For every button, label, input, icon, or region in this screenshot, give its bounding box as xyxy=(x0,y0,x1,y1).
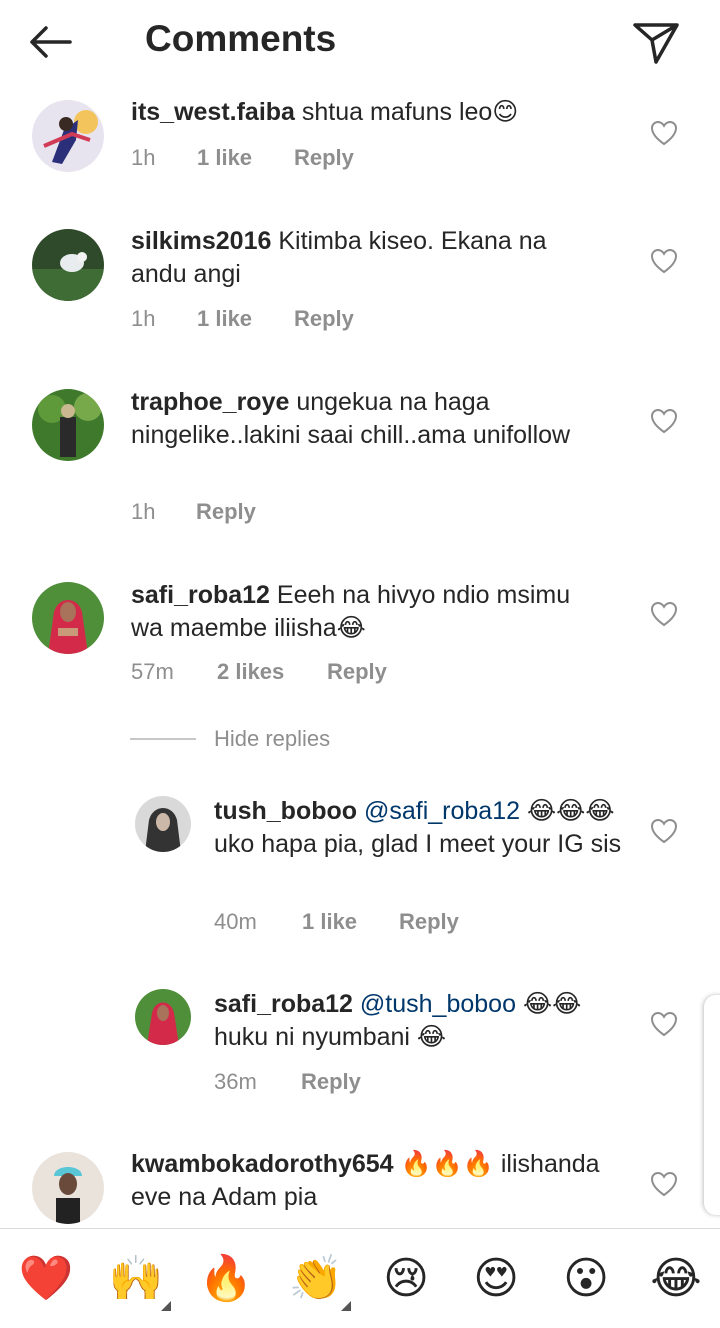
header-bar: Comments xyxy=(0,0,720,84)
avatar[interactable] xyxy=(32,1152,104,1224)
comment-time: 1h xyxy=(131,145,156,170)
comment-username[interactable]: safi_roba12 xyxy=(131,581,270,609)
comment-text: its_west.faiba shtua mafuns leo😊 xyxy=(131,96,601,129)
reply-text: tush_boboo @safi_roba12 😂😂😂 uko hapa pia… xyxy=(214,795,634,861)
avatar[interactable] xyxy=(135,989,191,1045)
comment-meta: 1h Reply xyxy=(131,499,256,525)
divider xyxy=(130,738,196,740)
comment-time: 1h xyxy=(131,306,156,331)
like-heart-icon[interactable] xyxy=(650,818,678,844)
paper-plane-icon xyxy=(633,23,679,64)
comment-username[interactable]: traphoe_roye xyxy=(131,388,289,416)
reply-button[interactable]: Reply xyxy=(294,306,354,332)
skin-tone-corner-icon xyxy=(161,1301,171,1311)
reply-mention[interactable]: @tush_boboo xyxy=(360,990,516,1018)
raising-hands-emoji-button[interactable]: 🙌 xyxy=(108,1251,164,1307)
like-heart-icon[interactable] xyxy=(650,248,678,274)
reply-button[interactable]: Reply xyxy=(196,499,256,525)
comment-time: 1h xyxy=(131,499,156,524)
clapping-hands-emoji-button[interactable]: 👏 xyxy=(288,1251,344,1307)
reply-time: 40m xyxy=(214,909,257,934)
comment-username[interactable]: its_west.faiba xyxy=(131,98,295,126)
comment-text: kwambokadorothy654 🔥🔥🔥 ilishanda eve na … xyxy=(131,1148,601,1214)
fire-emoji-button[interactable]: 🔥 xyxy=(198,1251,254,1307)
back-button[interactable] xyxy=(26,18,86,66)
page-title: Comments xyxy=(145,18,337,59)
reply-button[interactable]: Reply xyxy=(294,145,354,171)
avatar[interactable] xyxy=(135,796,191,852)
surprised-face-emoji-button[interactable]: 😮 xyxy=(558,1251,614,1307)
comment-text: safi_roba12 Eeeh na hivyo ndio msimu wa … xyxy=(131,579,601,645)
comment-likes[interactable]: 2 likes xyxy=(217,659,327,685)
crying-face-emoji-button[interactable]: 😢 xyxy=(378,1251,434,1307)
like-heart-icon[interactable] xyxy=(650,120,678,146)
tears-of-joy-emoji-button[interactable]: 😂 xyxy=(648,1251,704,1307)
comment-likes[interactable]: 1 like xyxy=(197,145,294,171)
reply-text: safi_roba12 @tush_boboo 😂😂 huku ni nyumb… xyxy=(214,988,634,1054)
avatar[interactable] xyxy=(32,100,104,172)
like-heart-icon[interactable] xyxy=(650,408,678,434)
comment-meta: 1h 1 like Reply xyxy=(131,306,354,332)
comment-meta: 1h 1 like Reply xyxy=(131,145,354,171)
scroll-handle[interactable] xyxy=(704,995,720,1215)
arrow-left-icon xyxy=(30,26,72,58)
reply-button[interactable]: Reply xyxy=(399,909,459,935)
hide-replies-toggle[interactable]: Hide replies xyxy=(130,724,430,754)
emoji-reaction-bar: ❤️ 🙌 🔥 👏 😢 😍 😮 😂 xyxy=(0,1228,720,1328)
comment-likes[interactable]: 1 like xyxy=(197,306,294,332)
avatar[interactable] xyxy=(32,229,104,301)
comment-username[interactable]: silkims2016 xyxy=(131,227,271,255)
red-heart-emoji-button[interactable]: ❤️ xyxy=(18,1251,74,1307)
comment-username[interactable]: kwambokadorothy654 xyxy=(131,1150,394,1178)
like-heart-icon[interactable] xyxy=(650,1171,678,1197)
like-heart-icon[interactable] xyxy=(650,601,678,627)
avatar[interactable] xyxy=(32,582,104,654)
comment-body: shtua mafuns leo😊 xyxy=(301,98,519,126)
reply-button[interactable]: Reply xyxy=(327,659,387,685)
comment-meta: 57m 2 likes Reply xyxy=(131,659,387,685)
reply-time: 36m xyxy=(214,1069,257,1094)
reply-meta: 36m Reply xyxy=(214,1069,361,1095)
reply-mention[interactable]: @safi_roba12 xyxy=(364,797,520,825)
comment-time: 57m xyxy=(131,659,174,684)
like-heart-icon[interactable] xyxy=(650,1011,678,1037)
reply-meta: 40m 1 like Reply xyxy=(214,909,459,935)
comment-text: silkims2016 Kitimba kiseo. Ekana na andu… xyxy=(131,225,601,291)
hide-replies-label: Hide replies xyxy=(214,726,331,751)
share-button[interactable] xyxy=(628,16,684,68)
comment-text: traphoe_roye ungekua na haga ningelike..… xyxy=(131,386,601,452)
avatar[interactable] xyxy=(32,389,104,461)
reply-likes[interactable]: 1 like xyxy=(302,909,399,935)
skin-tone-corner-icon xyxy=(341,1301,351,1311)
reply-username[interactable]: tush_boboo xyxy=(214,797,357,825)
heart-eyes-emoji-button[interactable]: 😍 xyxy=(468,1251,524,1307)
reply-username[interactable]: safi_roba12 xyxy=(214,990,353,1018)
reply-button[interactable]: Reply xyxy=(301,1069,361,1095)
